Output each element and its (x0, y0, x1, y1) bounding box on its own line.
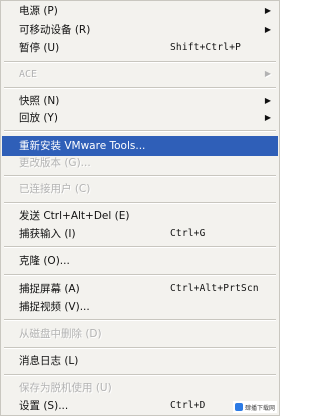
menu-item-ace: ACE ▶ (2, 64, 278, 84)
menu-item-label: 捕捉视频 (V)... (19, 301, 90, 313)
menu-item-capture-screen[interactable]: 捕捉屏幕 (A) Ctrl+Alt+PrtScn (2, 279, 278, 299)
site-watermark: 肆播下载网 (233, 401, 277, 413)
menu-separator (4, 347, 276, 349)
menu-item-shortcut: Ctrl+Alt+PrtScn (170, 283, 259, 294)
menu-item-capture-video[interactable]: 捕捉视频 (V)... (2, 297, 278, 317)
menu-item-label: 已连接用户 (C) (19, 183, 91, 195)
menu-item-label: 更改版本 (G)... (19, 157, 91, 169)
menu-item-label: 发送 Ctrl+Alt+Del (E) (19, 210, 130, 222)
menu-item-delete-from-disk: 从磁盘中删除 (D) (2, 324, 278, 344)
menu-item-send-ctrl-alt-del[interactable]: 发送 Ctrl+Alt+Del (E) (2, 206, 278, 226)
menu-item-connected-users: 已连接用户 (C) (2, 179, 278, 199)
menu-item-label: 可移动设备 (R) (19, 24, 91, 36)
menu-separator (4, 274, 276, 276)
menu-item-shortcut: Shift+Ctrl+P (170, 42, 242, 53)
menu-item-label: 保存为脱机使用 (U) (19, 382, 112, 394)
submenu-arrow-icon: ▶ (264, 69, 271, 78)
menu-item-shortcut: Ctrl+G (170, 228, 206, 239)
menu-item-label: 捕获输入 (I) (19, 228, 76, 240)
menu-separator (4, 175, 276, 177)
menu-separator (4, 87, 276, 89)
menu-item-shortcut: Ctrl+D (170, 400, 206, 411)
submenu-arrow-icon: ▶ (264, 113, 271, 122)
submenu-arrow-icon: ▶ (264, 6, 271, 15)
watermark-logo-icon (235, 403, 243, 411)
menu-separator (4, 130, 276, 132)
menu-separator (4, 319, 276, 321)
menu-item-replay[interactable]: 回放 (Y) ▶ (2, 108, 278, 128)
menu-item-power[interactable]: 电源 (P) ▶ (2, 1, 278, 21)
menu-item-message-log[interactable]: 消息日志 (L) (2, 351, 278, 371)
menu-item-label: 电源 (P) (19, 5, 58, 17)
menu-item-pause[interactable]: 暂停 (U) Shift+Ctrl+P (2, 38, 278, 58)
menu-item-label: 回放 (Y) (19, 112, 58, 124)
menu-item-label: 设置 (S)... (19, 400, 69, 412)
menu-separator (4, 374, 276, 376)
menu-separator (4, 246, 276, 248)
menu-item-label: 暂停 (U) (19, 42, 60, 54)
menu-item-grab-input[interactable]: 捕获输入 (I) Ctrl+G (2, 224, 278, 244)
menu-item-label: 捕捉屏幕 (A) (19, 283, 80, 295)
menu-separator (4, 61, 276, 63)
menu-separator (4, 202, 276, 204)
menu-item-label: 消息日志 (L) (19, 355, 79, 367)
menu-item-save-offline: 保存为脱机使用 (U) (2, 378, 278, 398)
submenu-arrow-icon: ▶ (264, 25, 271, 34)
menu-item-label: 从磁盘中删除 (D) (19, 328, 102, 340)
watermark-text: 肆播下载网 (245, 404, 276, 412)
menu-item-label: ACE (19, 69, 38, 80)
menu-item-removable-devices[interactable]: 可移动设备 (R) ▶ (2, 20, 278, 40)
menu-item-clone[interactable]: 克隆 (O)... (2, 251, 278, 271)
menu-item-change-version: 更改版本 (G)... (2, 153, 278, 173)
menu-item-label: 克隆 (O)... (19, 255, 70, 267)
vm-context-menu: 电源 (P) ▶ 可移动设备 (R) ▶ 暂停 (U) Shift+Ctrl+P… (0, 0, 280, 416)
